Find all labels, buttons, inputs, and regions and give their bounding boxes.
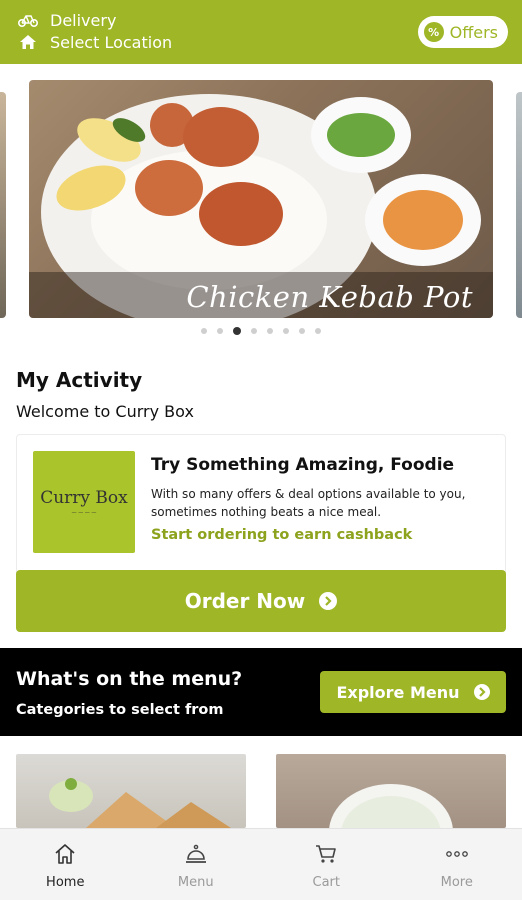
- menu-banner-subtitle: Categories to select from: [16, 702, 224, 718]
- curry-box-logo: Curry Box — — — —: [33, 451, 135, 553]
- offers-label: Offers: [449, 22, 498, 42]
- chevron-right-circle-icon: [473, 684, 490, 700]
- logo-tagline-mark: — — — —: [71, 510, 97, 516]
- location-selector[interactable]: Select Location: [16, 32, 172, 52]
- my-activity-section: My Activity Welcome to Curry Box Curry B…: [0, 348, 522, 648]
- percent-badge-icon: %: [423, 22, 444, 42]
- delivery-label: Delivery: [50, 10, 117, 30]
- logo-text: Curry Box: [40, 488, 128, 508]
- carousel-dot[interactable]: [283, 328, 289, 334]
- samosa-photo: [49, 778, 231, 828]
- nav-more[interactable]: More: [392, 829, 522, 900]
- carousel-dot[interactable]: [251, 328, 257, 334]
- nav-label: Menu: [177, 875, 214, 890]
- category-tile[interactable]: [276, 754, 506, 828]
- menu-banner-title: What's on the menu?: [16, 668, 243, 690]
- order-now-label: Order Now: [184, 589, 306, 613]
- bicycle-icon: [16, 10, 40, 30]
- category-tile[interactable]: [16, 754, 246, 828]
- nav-label: Home: [46, 875, 85, 890]
- nav-menu[interactable]: Menu: [131, 829, 262, 900]
- home-icon: [54, 841, 76, 867]
- carousel-dot-active[interactable]: [233, 327, 241, 335]
- nav-label: Cart: [312, 875, 341, 890]
- nav-label: More: [440, 875, 473, 890]
- location-label: Select Location: [50, 32, 173, 52]
- slide-caption-bar: Chicken Kebab Pot: [29, 272, 493, 318]
- carousel-dot[interactable]: [217, 328, 223, 334]
- menu-banner: What's on the menu? Categories to select…: [0, 648, 522, 736]
- promo-carousel[interactable]: Chicken Kebab Pot: [0, 64, 522, 348]
- rice-bowl-photo: [329, 784, 453, 828]
- home-location-icon: [16, 32, 40, 52]
- top-header: Delivery Select Location % Offers: [0, 0, 522, 64]
- order-now-button[interactable]: Order Now: [16, 570, 506, 632]
- explore-menu-button[interactable]: Explore Menu: [320, 671, 506, 713]
- explore-menu-label: Explore Menu: [336, 682, 460, 702]
- section-title: My Activity: [16, 368, 143, 392]
- chevron-right-circle-icon: [319, 592, 338, 610]
- previous-slide-peek[interactable]: [0, 92, 6, 318]
- nav-home[interactable]: Home: [0, 829, 131, 900]
- delivery-mode[interactable]: Delivery: [16, 10, 116, 30]
- slide-caption-text: Chicken Kebab Pot: [186, 280, 473, 314]
- card-body: With so many offers & deal options avail…: [151, 487, 466, 519]
- carousel-dot[interactable]: [299, 328, 305, 334]
- app-root: Delivery Select Location % Offers Chicke…: [0, 0, 522, 900]
- cloche-icon: [185, 841, 207, 867]
- carousel-dots: [0, 327, 522, 335]
- next-slide-peek[interactable]: [516, 92, 522, 318]
- carousel-dot[interactable]: [267, 328, 273, 334]
- bottom-navigation: Home Menu Cart More: [0, 828, 522, 900]
- more-icon: [445, 841, 469, 867]
- offers-button[interactable]: % Offers: [417, 16, 508, 48]
- category-grid: [0, 736, 522, 828]
- carousel-dot[interactable]: [315, 328, 321, 334]
- carousel-slide[interactable]: Chicken Kebab Pot: [29, 80, 493, 318]
- carousel-dot[interactable]: [201, 328, 207, 334]
- cashback-link[interactable]: Start ordering to earn cashback: [151, 527, 412, 543]
- welcome-text: Welcome to Curry Box: [16, 402, 194, 421]
- nav-cart[interactable]: Cart: [261, 829, 392, 900]
- cart-icon: [315, 841, 337, 867]
- card-title: Try Something Amazing, Foodie: [151, 455, 455, 475]
